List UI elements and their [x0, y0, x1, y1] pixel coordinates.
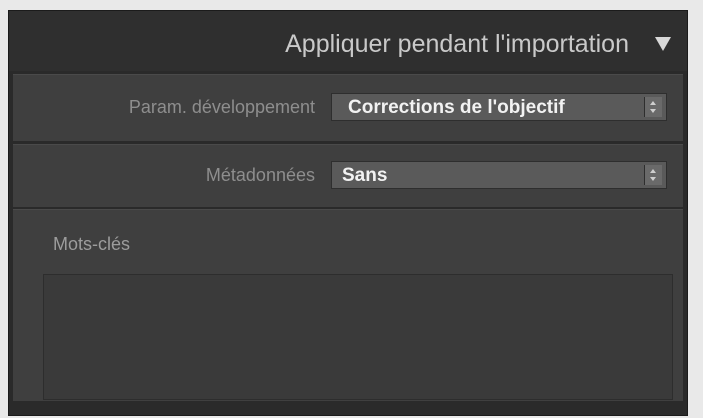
develop-settings-label: Param. développement [128, 97, 315, 117]
develop-settings-select[interactable]: Corrections de l'objectif [331, 93, 667, 121]
triangle-down-icon[interactable] [655, 37, 671, 51]
stepper-icon [644, 97, 662, 117]
metadata-label: Métadonnées [205, 165, 315, 185]
panel-title: Appliquer pendant l'importation [285, 30, 629, 58]
apply-during-import-panel: Appliquer pendant l'importation Param. d… [8, 10, 688, 416]
develop-settings-row: Param. développement Corrections de l'ob… [13, 74, 683, 141]
keywords-label: Mots-clés [53, 234, 131, 254]
develop-settings-value: Corrections de l'objectif [348, 97, 565, 118]
screenshot-frame: Appliquer pendant l'importation Param. d… [0, 0, 703, 418]
keywords-textarea[interactable] [43, 274, 673, 400]
metadata-select[interactable]: Sans [331, 161, 667, 189]
panel-header[interactable]: Appliquer pendant l'importation [9, 11, 687, 71]
metadata-value: Sans [342, 165, 388, 186]
keywords-section: Mots-clés [13, 209, 683, 401]
metadata-row: Métadonnées Sans [13, 144, 683, 207]
stepper-icon [644, 165, 662, 185]
